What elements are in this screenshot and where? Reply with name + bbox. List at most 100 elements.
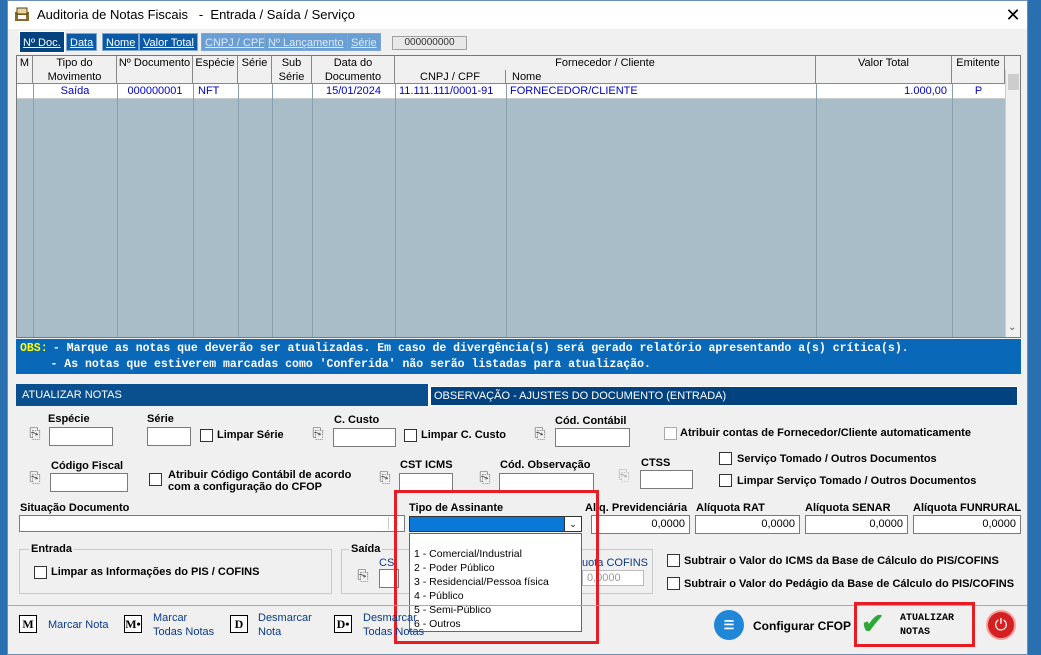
tab-valor-total[interactable]: Valor Total [139,33,198,51]
atribuir-codigo-label-1: Atribuir Código Contábil de acordo [168,469,352,481]
entrada-label: Entrada [29,543,74,555]
col-sub-1: Sub [272,56,312,70]
col-data-1: Data do [312,56,395,70]
section-observacao[interactable]: OBSERVAÇÃO - AJUSTES DO DOCUMENTO (ENTRA… [430,386,1018,406]
desmarcar-nota-button-1[interactable]: Desmarcar [258,612,312,625]
printer-icon[interactable]: ⎘ [475,469,495,487]
subtrair-pedagio-label: Subtrair o Valor do Pedágio da Base de C… [684,578,1015,590]
printer-icon[interactable]: ⎘ [375,469,395,487]
cell-emitente: P [974,85,983,97]
col-serie: Série [238,56,272,84]
cs-label: CS [379,557,395,569]
tab-serie[interactable]: Série [347,33,381,51]
obs-line-2: - As notas que estiverem marcadas como '… [16,358,651,371]
printer-icon[interactable]: ⎘ [353,567,373,585]
limpar-custo-checkbox[interactable] [404,429,417,442]
subtrair-icms-checkbox[interactable] [667,554,680,567]
atribuir-codigo-checkbox[interactable] [149,473,162,486]
app-icon [15,7,29,21]
table-row[interactable]: Saída 000000001 NFT 15/01/2024 11.111.11… [17,84,1005,99]
cod-contabil-input[interactable] [555,428,630,447]
especie-input[interactable] [49,427,113,446]
col-data-2: Documento [312,70,395,84]
grid-line [272,84,273,337]
grid-line [238,84,239,337]
servico-tomado-label: Serviço Tomado / Outros Documentos [737,453,937,465]
obs-label: OBS: [20,342,48,355]
printer-icon[interactable]: ⎘ [614,467,634,485]
col-tipo-2: Movimento [33,70,117,84]
tab-cnpj-cpf[interactable]: CNPJ / CPF [201,33,269,51]
grid-line [506,84,507,337]
search-input[interactable]: 000000000 [392,36,467,50]
aliq-funrural-label: Alíquota FUNRURAL [913,502,1022,514]
marcar-todas-icon[interactable]: M• [124,615,142,633]
limpar-pis-checkbox[interactable] [34,566,47,579]
scroll-thumb[interactable] [1008,74,1019,90]
custo-input[interactable] [333,428,396,447]
ctss-input[interactable] [640,470,693,489]
marcar-nota-icon[interactable]: M [19,615,37,633]
power-icon[interactable]: ⏻ [986,610,1016,640]
aliq-rat-input[interactable]: 0,0000 [695,515,800,534]
col-m: M [17,56,33,84]
subtrair-icms-label: Subtrair o Valor do ICMS da Base de Cálc… [684,555,999,567]
grid-scrollbar[interactable]: ⌄ [1005,70,1020,337]
background-window-edge [1028,0,1041,655]
custo-label: C. Custo [334,414,380,426]
tab-n-lancamento[interactable]: Nº Lançamento [264,33,348,51]
marcar-todas-button-1[interactable]: Marcar [153,612,187,625]
situacao-select[interactable] [19,515,405,532]
aliq-funrural-input[interactable]: 0,0000 [913,515,1021,534]
section-atualizar-notas[interactable]: ATUALIZAR NOTAS [16,384,430,406]
marcar-todas-button-2[interactable]: Todas Notas [153,626,214,639]
configurar-cfop-icon[interactable]: ☰ [714,610,744,640]
desmarcar-todas-button-1[interactable]: Desmarcar [363,612,417,625]
cst-icms-label: CST ICMS [400,459,453,471]
highlight-box [394,490,599,644]
subtrair-pedagio-checkbox[interactable] [667,577,680,590]
desmarcar-nota-icon[interactable]: D [230,615,248,633]
printer-icon[interactable]: ⎘ [25,425,45,443]
marcar-nota-button[interactable]: Marcar Nota [48,619,109,632]
tab-nome[interactable]: Nome [102,33,140,51]
desmarcar-nota-button-2[interactable]: Nota [258,626,281,639]
col-ndoc: Nº Documento [117,56,193,84]
col-valor: Valor Total [816,56,952,84]
desmarcar-todas-icon[interactable]: D• [334,615,352,633]
servico-tomado-checkbox[interactable] [719,452,732,465]
close-icon[interactable]: ✕ [1002,4,1024,26]
serie-input[interactable] [147,427,191,446]
configurar-cfop-button[interactable]: Configurar CFOP [753,619,851,633]
grid-line [33,84,34,337]
serie-label: Série [147,413,174,425]
limpar-serie-checkbox[interactable] [200,429,213,442]
grid-header: M Tipo do Movimento Nº Documento Espécie… [17,56,1020,84]
cod-contabil-label: Cód. Contábil [555,415,627,427]
tab-n-doc[interactable]: Nº Doc. [19,31,65,53]
limpar-serie-label: Limpar Série [217,429,284,441]
window-title: Auditoria de Notas Fiscais - Entrada / S… [37,7,355,22]
check-icon[interactable]: ✔ [861,609,893,639]
grid-line [395,84,396,337]
printer-icon[interactable]: ⎘ [25,469,45,487]
saida-label: Saída [349,543,383,555]
codigo-fiscal-input[interactable] [50,473,128,492]
atribuir-contas-checkbox[interactable] [664,427,677,440]
aliq-prev-input[interactable]: 0,0000 [591,515,690,534]
limpar-custo-label: Limpar C. Custo [421,429,506,441]
atualizar-notas-button[interactable]: ATUALIZAR NOTAS [900,612,954,640]
desmarcar-todas-button-2[interactable]: Todas Notas [363,626,424,639]
printer-icon[interactable]: ⎘ [308,425,328,443]
cell-valor: 1.000,00 [904,85,947,97]
chevron-down-icon[interactable]: ⌄ [1008,322,1016,333]
title-bar: Auditoria de Notas Fiscais - Entrada / S… [8,1,1027,29]
situacao-label: Situação Documento [20,502,130,514]
atribuir-codigo-label-2: com a configuração do CFOP [168,481,323,493]
tab-data[interactable]: Data [66,33,98,51]
printer-icon[interactable]: ⎘ [530,425,550,443]
atribuir-contas-label: Atribuir contas de Fornecedor/Cliente au… [680,427,971,439]
aliq-senar-input[interactable]: 0,0000 [805,515,908,534]
grid-line [193,84,194,337]
limpar-servico-checkbox[interactable] [719,474,732,487]
